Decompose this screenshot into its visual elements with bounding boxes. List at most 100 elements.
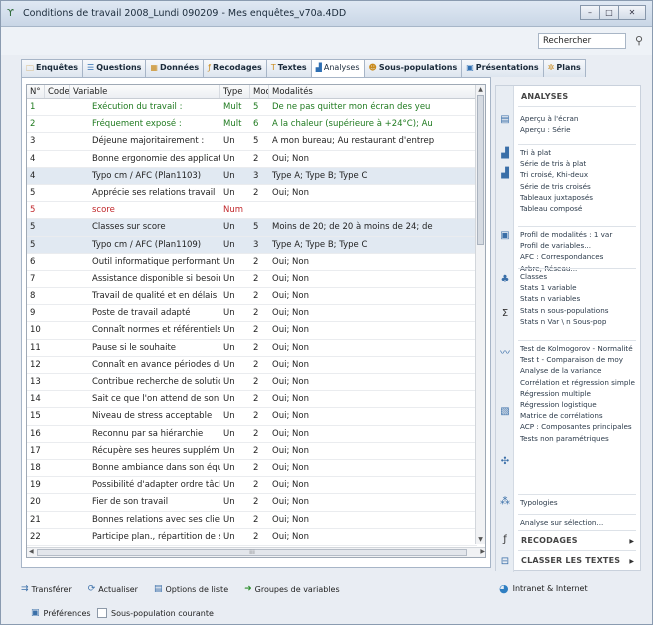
sidebar-item[interactable]: Matrice de corrélations bbox=[520, 411, 603, 420]
scatter-icon[interactable]: ▧ bbox=[499, 406, 511, 418]
table-row[interactable]: 7 Assistance disponible si besoin Un 2 Oui; … bbox=[27, 271, 477, 289]
horizontal-scrollbar[interactable]: ◀ ⁞⁞⁞ ▶ bbox=[27, 547, 485, 557]
vertical-scroll-thumb[interactable] bbox=[477, 95, 484, 245]
table-row[interactable]: 8 Travail de qualité et en délais Un 2 Oui; … bbox=[27, 288, 477, 306]
maximize-button[interactable]: □ bbox=[599, 5, 619, 20]
sidebar-item[interactable]: Aperçu à l'écran bbox=[520, 114, 578, 123]
table-row[interactable]: 9 Poste de travail adapté Un 2 Oui; Non bbox=[27, 305, 477, 323]
pca-icon[interactable]: ✣ bbox=[499, 456, 511, 468]
sous-population-checkbox[interactable]: Sous-population courante bbox=[97, 608, 214, 618]
sidebar-item[interactable]: Stats 1 variable bbox=[520, 283, 577, 292]
search-input[interactable]: Rechercher bbox=[538, 33, 626, 49]
table-row[interactable]: 21 Bonnes relations avec ses clients Un 2 Ou… bbox=[27, 512, 477, 529]
sidebar-item[interactable]: AFC : Correspondances bbox=[520, 252, 603, 261]
tab-donn-es[interactable]: ▦ Données bbox=[145, 59, 205, 77]
intranet-link[interactable]: ◕ Intranet & Internet bbox=[499, 582, 588, 595]
table-row[interactable]: 10 Connaît normes et référentiels Un 2 Oui; … bbox=[27, 322, 477, 340]
scroll-up-icon[interactable]: ▲ bbox=[477, 86, 484, 93]
sidebar-item[interactable]: Aperçu : Série bbox=[520, 125, 571, 134]
table-row[interactable]: 11 Pause si le souhaite Un 2 Oui; Non bbox=[27, 340, 477, 357]
table-row[interactable]: 5 Classes sur score Un 5 Moins de 20; de 20 … bbox=[27, 219, 477, 237]
scroll-down-icon[interactable]: ▼ bbox=[477, 536, 484, 543]
sidebar-item[interactable]: Stats n Var \ n Sous-pop bbox=[520, 317, 606, 326]
tab-sous-populations[interactable]: ☻ Sous-populations bbox=[363, 59, 463, 77]
tab-pr-sentations[interactable]: ▣ Présentations bbox=[461, 59, 544, 77]
sidebar-item[interactable]: Tests non paramétriques bbox=[520, 434, 609, 443]
sidebar-item[interactable]: Test t - Comparaison de moy bbox=[520, 355, 623, 364]
sidebar-item[interactable]: Profil de variables... bbox=[520, 241, 591, 250]
table-row[interactable]: 16 Reconnu par sa hiérarchie Un 2 Oui; Non bbox=[27, 426, 477, 443]
close-button[interactable]: ✕ bbox=[618, 5, 646, 20]
column-header-code[interactable]: Code bbox=[45, 85, 70, 98]
actualiser-button[interactable]: ⟳ Actualiser bbox=[88, 584, 138, 594]
tab-recodages[interactable]: ƒ Recodages bbox=[203, 59, 267, 77]
tab-textes[interactable]: T Textes bbox=[265, 59, 312, 77]
table-row[interactable]: 5 Apprécie ses relations travail Un 2 Oui; N… bbox=[27, 185, 477, 203]
sidebar-item[interactable]: Corrélation et régression simple bbox=[520, 378, 635, 387]
table-row[interactable]: 17 Récupère ses heures supplémentairesUn 2… bbox=[27, 443, 477, 460]
crosstab-icon[interactable]: ▟ bbox=[499, 168, 511, 180]
sidebar-item[interactable]: Série de tris à plat bbox=[520, 159, 586, 168]
checkbox-box[interactable] bbox=[97, 608, 107, 618]
groupes-variables-button[interactable]: ➜ Groupes de variables bbox=[244, 584, 340, 594]
table-row[interactable]: 5 Typo cm / AFC (Plan1109) Un 3 Type A; Type… bbox=[27, 236, 477, 254]
minimize-button[interactable]: – bbox=[580, 5, 600, 20]
table-row[interactable]: 12 Connaît en avance périodes de pointeUn… bbox=[27, 357, 477, 374]
table-row[interactable]: 6 Outil informatique performant Un 2 Oui; No… bbox=[27, 254, 477, 271]
sidebar-item[interactable]: Tableau composé bbox=[520, 204, 582, 213]
sidebar-item[interactable]: Classes bbox=[520, 272, 547, 281]
line-chart-icon[interactable]: 〰 bbox=[499, 348, 511, 360]
sidebar-item[interactable]: Analyse de la variance bbox=[520, 366, 601, 375]
bar-chart-icon[interactable]: ▟ bbox=[499, 148, 511, 160]
table-row[interactable]: 2 Fréquement exposé : Mult 6 A la chaleur (s… bbox=[27, 116, 477, 134]
table-row[interactable]: 20 Fier de son travail Un 2 Oui; Non bbox=[27, 494, 477, 512]
sidebar-item[interactable]: Tri croisé, Khi-deux bbox=[520, 170, 588, 179]
column-header-n[interactable]: N° bbox=[27, 85, 45, 98]
table-row[interactable]: 15 Niveau de stress acceptable Un 2 Oui; Non bbox=[27, 408, 477, 426]
classer-textes-heading[interactable]: CLASSER LES TEXTES bbox=[521, 556, 620, 565]
scroll-left-icon[interactable]: ◀ bbox=[29, 548, 34, 555]
table-row[interactable]: 3 Déjeune majoritairement : Un 5 A mon burea… bbox=[27, 133, 477, 151]
table-row[interactable]: 13 Contribue recherche de solutions Un 2 Oui… bbox=[27, 374, 477, 392]
table-row[interactable]: 1 Exécution du travail : Mult 5 De ne pas qu… bbox=[27, 99, 477, 117]
fx-icon[interactable]: ƒ bbox=[499, 534, 511, 546]
sidebar-item[interactable]: ACP : Composantes principales bbox=[520, 422, 632, 431]
table-row[interactable]: 22 Participe plan., répartition de son tr… bbox=[27, 529, 477, 546]
sidebar-item[interactable]: Typologies bbox=[520, 498, 558, 507]
sidebar-item[interactable]: Série de tris croisés bbox=[520, 182, 591, 191]
text-classify-icon[interactable]: ⊟ bbox=[499, 556, 511, 568]
sidebar-item[interactable]: Stats n variables bbox=[520, 294, 580, 303]
table-row[interactable]: 5 score Num bbox=[27, 202, 477, 220]
sidebar-item[interactable]: Analyse sur sélection... bbox=[520, 518, 603, 527]
sidebar-item[interactable]: Profil de modalités : 1 var bbox=[520, 230, 612, 239]
table-row[interactable]: 4 Typo cm / AFC (Plan1103) Un 3 Type A; Type… bbox=[27, 167, 477, 185]
typology-icon[interactable]: ⁂ bbox=[499, 496, 511, 508]
tab-plans[interactable]: ✲ Plans bbox=[542, 59, 586, 77]
sidebar-item[interactable]: Stats n sous-populations bbox=[520, 306, 609, 315]
sidebar-item[interactable]: Test de Kolmogorov - Normalité bbox=[520, 344, 633, 353]
column-header-modalites[interactable]: Modalités bbox=[269, 85, 477, 98]
sidebar-item[interactable]: Tri à plat bbox=[520, 148, 551, 157]
tab-analyses[interactable]: ▟ Analyses bbox=[310, 59, 365, 78]
options-liste-button[interactable]: ▤ Options de liste bbox=[154, 584, 228, 594]
table-row[interactable]: 4 Bonne ergonomie des applications infor.… bbox=[27, 151, 477, 168]
profile-icon[interactable]: ▣ bbox=[499, 230, 511, 242]
column-header-variable[interactable]: Variable bbox=[70, 85, 220, 98]
chevron-right-icon[interactable]: ▶ bbox=[629, 538, 634, 545]
tab-enqu-tes[interactable]: 🗀 Enquêtes bbox=[21, 59, 84, 77]
sidebar-item[interactable]: Tableaux juxtaposés bbox=[520, 193, 593, 202]
column-header-type[interactable]: Type bbox=[220, 85, 250, 98]
tree-icon[interactable]: ♣ bbox=[499, 274, 511, 286]
vertical-scrollbar[interactable]: ▲ ▼ bbox=[475, 85, 485, 544]
tab-questions[interactable]: ☰ Questions bbox=[82, 59, 147, 77]
table-row[interactable]: 19 Possibilité d'adapter ordre tâches à a… bbox=[27, 477, 477, 495]
column-header-mod[interactable]: Mod. bbox=[250, 85, 269, 98]
sidebar-item[interactable]: Régression multiple bbox=[520, 389, 591, 398]
sigma-icon[interactable]: Σ bbox=[499, 308, 511, 320]
scroll-right-icon[interactable]: ▶ bbox=[480, 548, 485, 555]
table-row[interactable]: 18 Bonne ambiance dans son équipeUn 2 Oui; … bbox=[27, 460, 477, 478]
chevron-right-icon[interactable]: ▶ bbox=[629, 558, 634, 565]
transferer-button[interactable]: ⇉ Transférer bbox=[21, 584, 72, 594]
search-icon[interactable]: ⚲ bbox=[635, 34, 643, 47]
preview-icon[interactable]: ▤ bbox=[499, 114, 511, 126]
